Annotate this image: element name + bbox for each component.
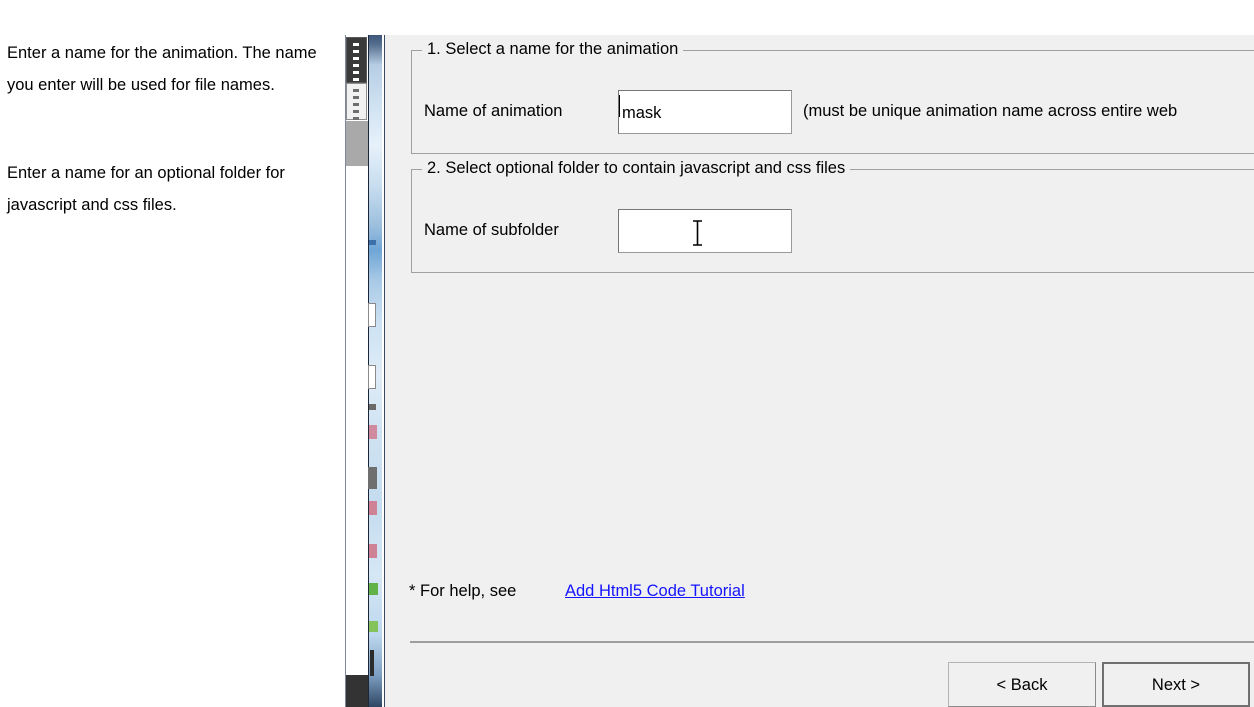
help-paragraph-animation-name: Enter a name for the animation. The name… bbox=[7, 44, 322, 94]
background-mark-pink-2 bbox=[369, 501, 377, 515]
link-add-html5-code-tutorial[interactable]: Add Html5 Code Tutorial bbox=[565, 582, 745, 601]
background-window-sliver[interactable] bbox=[345, 35, 385, 707]
back-button[interactable]: < Back bbox=[948, 662, 1096, 707]
next-button[interactable]: Next > bbox=[1102, 662, 1250, 707]
background-mark-dark bbox=[368, 467, 377, 489]
note-unique-animation-name: (must be unique animation name across en… bbox=[803, 102, 1178, 120]
background-mark-green-2 bbox=[369, 621, 378, 632]
background-mark-pink-3 bbox=[369, 544, 377, 558]
footer-help-prefix: * For help, see bbox=[409, 582, 517, 600]
groupbox-optional-subfolder-title: 2. Select optional folder to contain jav… bbox=[422, 159, 851, 178]
groupbox-animation-name-title: 1. Select a name for the animation bbox=[422, 40, 684, 59]
background-mark-box-1 bbox=[368, 303, 376, 327]
add-html5-code-wizard-dialog: 1. Select a name for the animation Name … bbox=[385, 35, 1254, 707]
input-name-of-subfolder[interactable] bbox=[618, 209, 792, 253]
help-paragraph-subfolder: Enter a name for an optional folder for … bbox=[7, 164, 290, 214]
background-mark-gray bbox=[369, 404, 376, 410]
footer-separator bbox=[410, 641, 1254, 643]
label-name-of-subfolder: Name of subfolder bbox=[424, 221, 559, 239]
text-caret-animation-field bbox=[619, 95, 620, 117]
label-name-of-animation: Name of animation bbox=[424, 102, 563, 120]
background-toolbar-chip-gray bbox=[346, 121, 368, 166]
help-instructions-pane: Enter a name for the animation. The name… bbox=[0, 0, 345, 707]
input-name-of-animation[interactable] bbox=[618, 90, 792, 134]
background-mark-box-2 bbox=[368, 365, 376, 389]
background-menu-dots-icon bbox=[353, 43, 359, 85]
background-statusbar-chip bbox=[346, 675, 368, 707]
background-mark-bar bbox=[370, 650, 374, 676]
background-mark-blue bbox=[369, 240, 376, 245]
background-mark-pink-1 bbox=[369, 425, 377, 439]
background-mark-green-1 bbox=[369, 583, 378, 595]
